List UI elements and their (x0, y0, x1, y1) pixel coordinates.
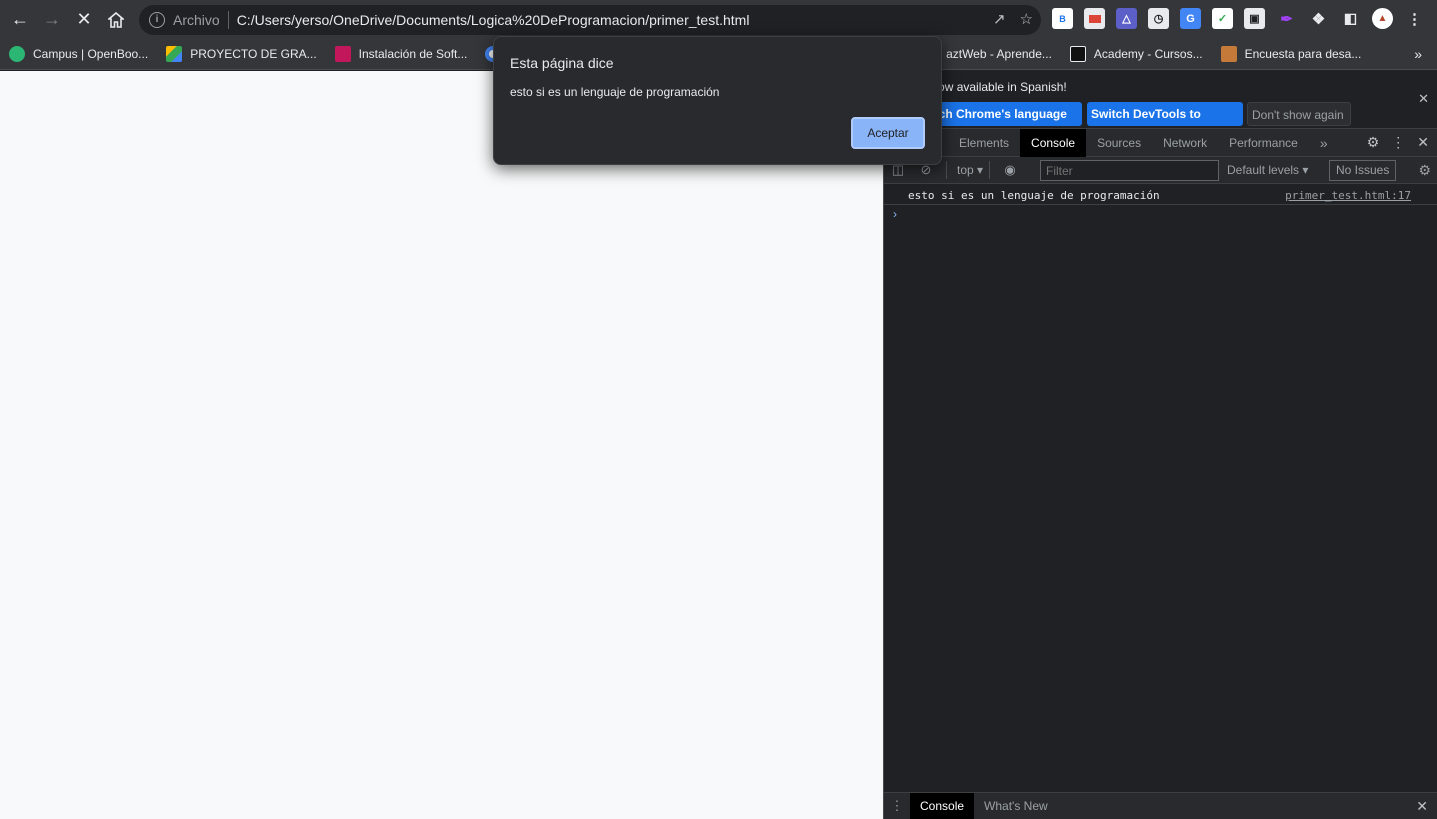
extensions-puzzle-icon[interactable]: ❖ (1308, 8, 1329, 29)
tab-network[interactable]: Network (1152, 129, 1218, 157)
scheme-label: Archivo (173, 12, 220, 28)
bookmark-item[interactable]: Campus | OpenBoo... (0, 46, 157, 62)
side-panel-icon[interactable]: ◧ (1340, 8, 1361, 29)
more-tabs-chevron-icon[interactable]: » (1309, 129, 1339, 157)
issues-button[interactable]: No Issues (1329, 160, 1397, 181)
back-arrow-icon[interactable]: ← (4, 4, 36, 36)
dialog-message: esto si es un lenguaje de programación (510, 85, 720, 99)
bookmark-item[interactable]: Instalación de Soft... (326, 46, 477, 62)
share-icon[interactable]: ↗ (993, 10, 1006, 28)
tab-sources[interactable]: Sources (1086, 129, 1152, 157)
address-bar[interactable]: i Archivo C:/Users/yerso/OneDrive/Docume… (139, 5, 1041, 35)
console-prompt-chevron-icon[interactable]: › (893, 207, 1437, 221)
console-output: esto si es un lenguaje de programación p… (884, 186, 1437, 792)
extension-feather-icon[interactable]: ✒ (1276, 8, 1297, 29)
tab-elements[interactable]: Elements (948, 129, 1020, 157)
extension-nodes-icon[interactable]: △ (1116, 8, 1137, 29)
extension-window-icon[interactable]: ▣ (1244, 8, 1265, 29)
extension-b-icon[interactable]: B (1052, 8, 1073, 29)
omnibox-divider (227, 11, 229, 29)
log-source-link[interactable]: primer_test.html:17 (1285, 189, 1411, 202)
bookmark-item[interactable]: Encuesta para desa... (1212, 46, 1371, 62)
tab-console[interactable]: Console (1020, 128, 1087, 157)
url-text[interactable]: C:/Users/yerso/OneDrive/Documents/Logica… (237, 12, 750, 28)
home-icon[interactable] (100, 4, 132, 36)
bookmark-favicon-icon (334, 46, 351, 62)
bookmark-item[interactable]: Academy - Cursos... (1061, 46, 1212, 62)
browser-menu-icon[interactable]: ⋮ (1404, 8, 1425, 29)
bookmark-favicon-icon (1220, 46, 1237, 62)
language-banner: ools is now available in Spanish! atch C… (884, 71, 1437, 145)
bookmark-favicon-icon (1069, 46, 1086, 62)
extension-image-icon[interactable] (1084, 8, 1105, 29)
page-viewport (0, 71, 883, 819)
drawer-tab-whats-new[interactable]: What's New (974, 793, 1058, 819)
bookmark-star-icon[interactable]: ☆ (1020, 10, 1033, 28)
google-translate-icon[interactable]: G (1180, 8, 1201, 29)
match-language-button[interactable]: atch Chrome's language (924, 102, 1082, 126)
settings-gear-icon[interactable]: ⚙ (1367, 134, 1380, 151)
devtools-tabbar: Elements Console Sources Network Perform… (884, 128, 1437, 157)
console-filter-input[interactable] (1040, 160, 1219, 181)
extensions-area: B △ ◷ G ✓ ▣ ✒ ❖ ◧ ▲ ⋮ (1052, 8, 1425, 29)
bookmark-item[interactable]: PROYECTO DE GRA... (157, 46, 325, 62)
log-message: esto si es un lenguaje de programación (908, 188, 1160, 202)
bookmark-item[interactable]: aztWeb - Aprende... (937, 47, 1061, 61)
more-bookmarks-chevron-icon[interactable]: » (1405, 46, 1431, 62)
close-devtools-icon[interactable]: ✕ (1417, 134, 1429, 151)
accept-button[interactable]: Aceptar (851, 117, 925, 149)
browser-toolbar: ← → ✕ i Archivo C:/Users/yerso/OneDrive/… (0, 0, 1437, 39)
console-log-entry: esto si es un lenguaje de programación p… (884, 186, 1437, 205)
toolbar-divider (989, 161, 991, 179)
live-expression-eye-icon[interactable]: ◉ (996, 162, 1024, 178)
log-levels-dropdown[interactable]: Default levels ▾ (1227, 163, 1308, 177)
site-info-icon[interactable]: i (149, 12, 165, 28)
extension-check-icon[interactable]: ✓ (1212, 8, 1233, 29)
context-selector[interactable]: top ▾ (957, 163, 983, 177)
devtools-drawer: ⋮ Console What's New ✕ (884, 792, 1437, 819)
toolbar-divider (946, 161, 947, 179)
devtools-panel: ools is now available in Spanish! atch C… (883, 71, 1437, 819)
drawer-menu-icon[interactable]: ⋮ (884, 798, 910, 814)
extension-clock-icon[interactable]: ◷ (1148, 8, 1169, 29)
dont-show-again-button[interactable]: Don't show again (1247, 102, 1351, 126)
dialog-title: Esta página dice (510, 55, 614, 71)
devtools-menu-icon[interactable]: ⋮ (1391, 134, 1405, 151)
google-drive-icon (166, 46, 183, 62)
console-settings-gear-icon[interactable]: ⚙ (1418, 162, 1431, 179)
profile-avatar[interactable]: ▲ (1372, 8, 1393, 29)
close-banner-icon[interactable]: ✕ (1418, 91, 1429, 107)
close-drawer-icon[interactable]: ✕ (1416, 798, 1428, 815)
alert-dialog: Esta página dice esto si es un lenguaje … (493, 36, 942, 165)
bookmark-favicon-icon (9, 46, 25, 62)
stop-loading-icon[interactable]: ✕ (68, 4, 100, 36)
console-toolbar: ◫ ⊘ top ▾ ◉ Default levels ▾ No Issues ⚙ (884, 157, 1437, 184)
tab-performance[interactable]: Performance (1218, 129, 1309, 157)
switch-spanish-button[interactable]: Switch DevTools to Spanish (1087, 102, 1243, 145)
forward-arrow-icon[interactable]: → (36, 4, 68, 36)
browser-window: ← → ✕ i Archivo C:/Users/yerso/OneDrive/… (0, 0, 1437, 819)
drawer-tab-console[interactable]: Console (910, 793, 975, 819)
